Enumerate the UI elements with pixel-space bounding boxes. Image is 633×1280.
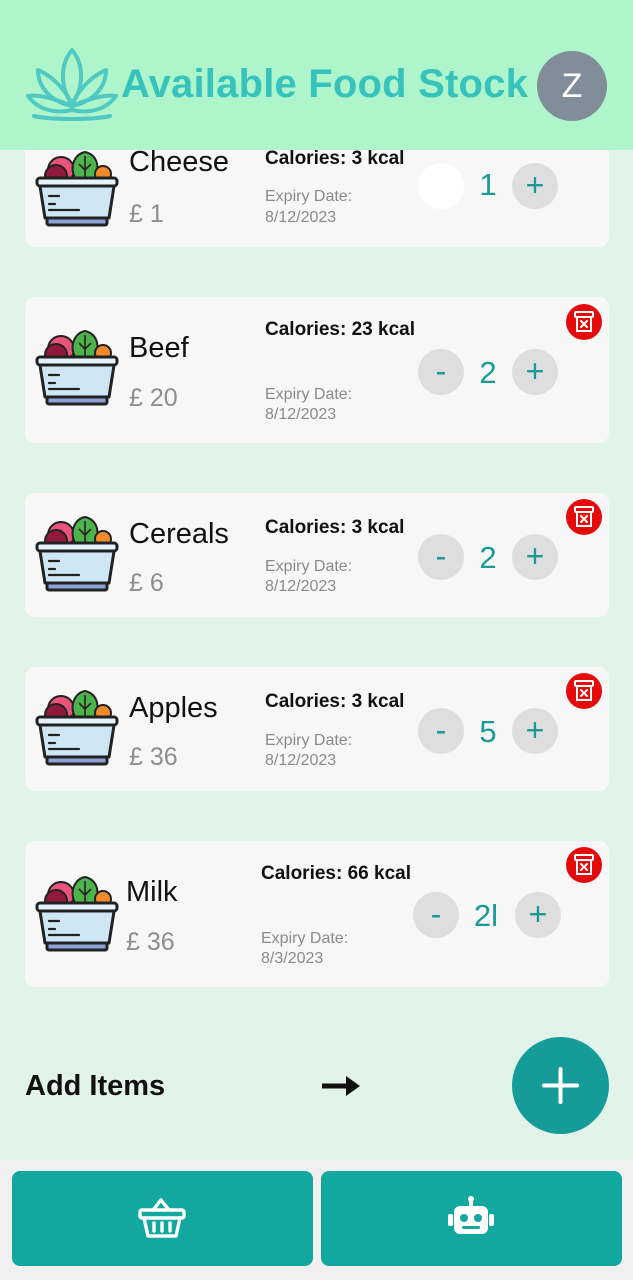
trash-icon (574, 311, 594, 332)
expiry-label: Expiry Date: (265, 188, 353, 205)
salad-bowl-icon (35, 150, 119, 227)
expiry-date: 8/12/2023 (265, 752, 337, 769)
expiry-label: Expiry Date: (265, 558, 353, 575)
food-card-apples: Apples £ 36 Calories: 3 kcal Expiry Date… (25, 667, 609, 791)
item-calories: Calories: 66 kcal (261, 863, 411, 884)
item-calories: Calories: 3 kcal (265, 517, 405, 538)
plus-icon (542, 1067, 579, 1104)
expiry-date: 8/3/2023 (261, 950, 324, 967)
add-item-button[interactable] (512, 1037, 609, 1134)
increment-button[interactable]: + (515, 892, 561, 938)
avatar[interactable]: Z (537, 51, 607, 121)
quantity-value: 2 (479, 355, 497, 390)
increment-button[interactable]: + (512, 534, 558, 580)
item-price: £ 20 (129, 384, 178, 412)
decrement-button[interactable]: - (418, 349, 464, 395)
basket-tab-button[interactable] (12, 1171, 313, 1266)
trash-icon (574, 680, 594, 701)
item-name: Cereals (129, 518, 229, 550)
item-name: Apples (129, 692, 218, 724)
app-header: Available Food Stock Z (0, 0, 633, 150)
decrement-button[interactable]: - (418, 534, 464, 580)
decrement-button[interactable] (418, 163, 464, 209)
add-items-label: Add Items (25, 1070, 166, 1102)
expiry-label: Expiry Date: (265, 732, 353, 749)
item-name: Cheese (129, 146, 229, 178)
food-card-cereals: Cereals £ 6 Calories: 3 kcal Expiry Date… (25, 493, 609, 617)
expiry-date: 8/12/2023 (265, 578, 337, 595)
quantity-value: 2 (479, 540, 497, 575)
expiry-date: 8/12/2023 (265, 406, 337, 423)
salad-bowl-icon (35, 875, 119, 952)
expiry-label: Expiry Date: (265, 386, 353, 403)
robot-icon (448, 1196, 494, 1234)
expiry-label: Expiry Date: (261, 930, 349, 947)
item-name: Beef (129, 332, 189, 364)
salad-bowl-icon (35, 689, 119, 766)
delete-button[interactable] (566, 304, 602, 340)
food-card-beef: Beef £ 20 Calories: 23 kcal Expiry Date:… (25, 297, 609, 443)
expiry-date: 8/12/2023 (265, 209, 337, 226)
salad-bowl-icon (35, 329, 119, 406)
delete-button[interactable] (566, 673, 602, 709)
delete-button[interactable] (566, 499, 602, 535)
item-price: £ 1 (129, 200, 164, 228)
increment-button[interactable]: + (512, 708, 558, 754)
trash-icon (574, 506, 594, 527)
quantity-value: 5 (479, 714, 497, 749)
item-calories: Calories: 23 kcal (265, 319, 415, 340)
item-price: £ 6 (129, 569, 164, 597)
food-card-milk: Milk £ 36 Calories: 66 kcal Expiry Date:… (25, 841, 609, 987)
page-title: Available Food Stock (121, 62, 529, 106)
item-calories: Calories: 3 kcal (265, 691, 405, 712)
decrement-button[interactable]: - (418, 708, 464, 754)
lotus-logo-icon (26, 48, 118, 121)
basket-icon (138, 1198, 186, 1238)
quantity-value: 1 (479, 167, 497, 202)
delete-button[interactable] (566, 847, 602, 883)
item-name: Milk (126, 876, 178, 908)
increment-button[interactable]: + (512, 349, 558, 395)
trash-icon (574, 854, 594, 875)
increment-button[interactable]: + (512, 163, 558, 209)
item-price: £ 36 (126, 928, 175, 956)
decrement-button[interactable]: - (413, 892, 459, 938)
quantity-value: 2l (473, 898, 499, 933)
right-arrow-icon (322, 1076, 360, 1096)
robot-tab-button[interactable] (321, 1171, 622, 1266)
salad-bowl-icon (35, 515, 119, 592)
item-price: £ 36 (129, 743, 178, 771)
